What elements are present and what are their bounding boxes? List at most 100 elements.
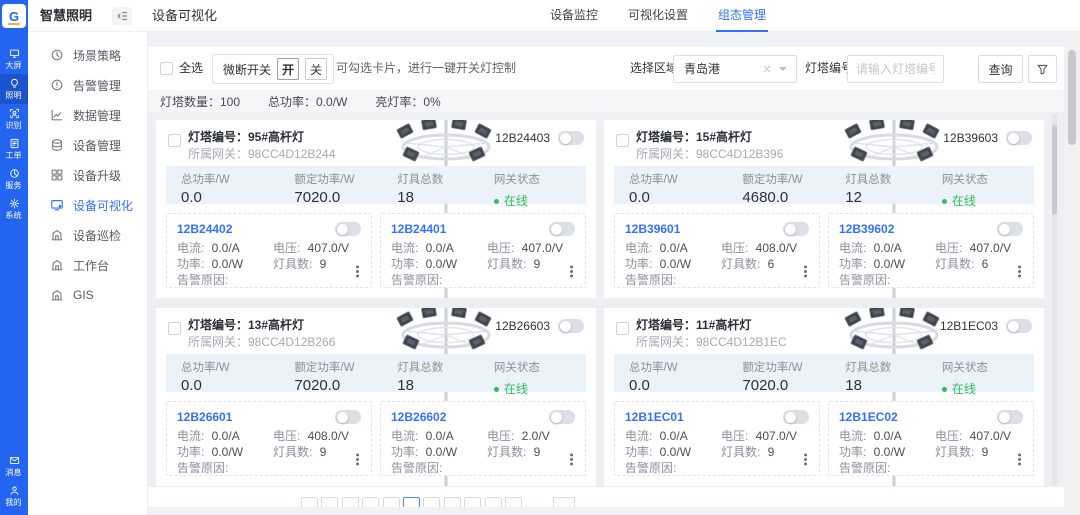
branch-metric: 灯具数: 6 <box>721 257 809 272</box>
summary-item: 总功率：0.0/W <box>268 93 347 110</box>
branch-id-link[interactable]: 12B1EC01 <box>625 410 684 424</box>
pagination-page-box[interactable] <box>485 497 502 507</box>
tower-switch-toggle[interactable] <box>558 319 584 333</box>
metric-value: 9 <box>320 257 327 271</box>
query-button[interactable]: 查询 <box>978 55 1023 83</box>
pagination-page-box[interactable] <box>464 497 481 507</box>
tower-switch-toggle[interactable] <box>558 131 584 145</box>
rail-item[interactable]: 识别 <box>0 104 28 134</box>
sidebar-item[interactable]: 工作台 <box>28 250 147 280</box>
branch-id-link[interactable]: 12B39601 <box>625 222 680 236</box>
sidebar-item[interactable]: 设备可视化 <box>28 190 147 220</box>
branch-metric: 电压: 407.0/V <box>935 241 1023 256</box>
tower-switch-toggle[interactable] <box>1006 131 1032 145</box>
branch-id-link[interactable]: 12B39602 <box>839 222 894 236</box>
content-panel: 全选 微断开关 开 关 可勾选卡片，进行一键开关灯控制 选择区域 青岛港 灯塔编… <box>148 47 1064 507</box>
rail-item[interactable]: 工单 <box>0 134 28 164</box>
pagination-page-box[interactable] <box>362 497 379 507</box>
clear-icon[interactable] <box>762 64 772 74</box>
app-logo[interactable]: G <box>2 4 26 28</box>
rail-item[interactable]: 照明 <box>0 74 28 104</box>
sidebar-item[interactable]: 设备升级 <box>28 160 147 190</box>
more-vertical-icon[interactable] <box>1018 458 1021 461</box>
side-menu: 场景策略 告警管理 数据管理 设备管理 设备升级 设备可视化 设备巡检 工作台 … <box>28 32 148 515</box>
branch-switch-toggle[interactable] <box>997 410 1023 424</box>
tower-no-input[interactable] <box>847 55 944 83</box>
toolbar-hint: 可勾选卡片，进行一键开关灯控制 <box>336 47 516 90</box>
pagination-page-box[interactable] <box>301 497 318 507</box>
page-scrollbar-thumb[interactable] <box>1068 50 1076 145</box>
branch-id-link[interactable]: 12B1EC02 <box>839 410 898 424</box>
stat-label: 网关状态 <box>494 359 586 375</box>
pagination-page-box[interactable] <box>403 497 420 507</box>
more-vertical-icon[interactable] <box>356 270 359 273</box>
pagination-page-box[interactable] <box>321 497 338 507</box>
pagination-page-box[interactable] <box>505 497 522 507</box>
stat-label: 灯具总数 <box>845 359 927 375</box>
select-all-checkbox[interactable] <box>160 62 173 75</box>
rail-item[interactable]: 我的 <box>0 481 28 511</box>
rail-item[interactable]: 系统 <box>0 194 28 224</box>
stat-value: 0.0 <box>181 189 279 206</box>
more-vertical-icon[interactable] <box>804 270 807 273</box>
branch-id-link[interactable]: 12B24401 <box>391 222 446 236</box>
breaker-off-button[interactable]: 关 <box>305 58 327 80</box>
more-vertical-icon[interactable] <box>570 458 573 461</box>
branch-switch-toggle[interactable] <box>335 410 361 424</box>
branch-metric: 功率: 0.0/W <box>177 257 273 272</box>
branch-id-link[interactable]: 12B26602 <box>391 410 446 424</box>
branch-switch-toggle[interactable] <box>783 410 809 424</box>
rail-item[interactable]: 服务 <box>0 164 28 194</box>
branch-id-link[interactable]: 12B24402 <box>177 222 232 236</box>
metric-value: 0.0/W <box>212 257 243 271</box>
rail-item[interactable]: 大屏 <box>0 44 28 74</box>
card-checkbox[interactable] <box>616 134 629 147</box>
metric-value: 407.0/V <box>970 241 1011 255</box>
branch-card: 12B1EC01 电流: 0.0/A 电压: 407.0/V 功率: 0.0/W… <box>614 401 820 476</box>
rail-item[interactable]: 消息 <box>0 451 28 481</box>
sidebar-item[interactable]: 数据管理 <box>28 100 147 130</box>
more-vertical-icon[interactable] <box>570 270 573 273</box>
branch-metric: 功率: 0.0/W <box>839 445 935 460</box>
branch-switch-toggle[interactable] <box>549 410 575 424</box>
sidebar-item[interactable]: 设备巡检 <box>28 220 147 250</box>
branch-metrics: 电流: 0.0/A 电压: 407.0/V 功率: 0.0/W 灯具数: 9 <box>391 241 575 272</box>
filter-button[interactable] <box>1028 55 1057 83</box>
header-tab[interactable]: 设备监控 <box>550 0 598 32</box>
pagination-page-box[interactable] <box>383 497 400 507</box>
tower-device-id: 12B26603 <box>495 319 550 333</box>
branch-switch-toggle[interactable] <box>783 222 809 236</box>
tower-stats-band: 总功率/W 0.0 额定功率/W 7020.0 灯具总数 18 网关状态 在线 <box>166 166 586 204</box>
pagination-page-box[interactable] <box>444 497 461 507</box>
more-vertical-icon[interactable] <box>356 458 359 461</box>
collapse-sidebar-button[interactable] <box>112 7 132 25</box>
branch-metrics: 电流: 0.0/A 电压: 407.0/V 功率: 0.0/W 灯具数: 6 <box>839 241 1023 272</box>
branch-id-link[interactable]: 12B26601 <box>177 410 232 424</box>
pagination-jump-box[interactable] <box>553 497 575 507</box>
card-checkbox[interactable] <box>168 134 181 147</box>
branch-metric: 功率: 0.0/W <box>391 257 487 272</box>
card-checkbox[interactable] <box>616 322 629 335</box>
more-vertical-icon[interactable] <box>1018 270 1021 273</box>
tower-switch-toggle[interactable] <box>1006 319 1032 333</box>
card-checkbox[interactable] <box>168 322 181 335</box>
branch-metrics: 电流: 0.0/A 电压: 2.0/V 功率: 0.0/W 灯具数: 9 <box>391 429 575 460</box>
pagination-page-box[interactable] <box>423 497 440 507</box>
sidebar-item[interactable]: 设备管理 <box>28 130 147 160</box>
sidebar-item[interactable]: 场景策略 <box>28 40 147 70</box>
sidebar-item[interactable]: 告警管理 <box>28 70 147 100</box>
branch-switch-toggle[interactable] <box>549 222 575 236</box>
branch-switch-toggle[interactable] <box>335 222 361 236</box>
branch-metric: 灯具数: 9 <box>273 445 361 460</box>
branch-metric: 灯具数: 9 <box>487 257 575 272</box>
sidebar-item[interactable]: GIS <box>28 280 147 310</box>
header-tab[interactable]: 组态管理 <box>718 0 766 32</box>
cards-scrollbar-thumb[interactable] <box>1052 125 1057 215</box>
pagination-page-box[interactable] <box>342 497 359 507</box>
branch-switch-toggle[interactable] <box>997 222 1023 236</box>
metric-value: 407.0/V <box>970 429 1011 443</box>
area-select[interactable]: 青岛港 <box>673 55 797 83</box>
more-vertical-icon[interactable] <box>804 458 807 461</box>
header-tab[interactable]: 可视化设置 <box>628 0 688 32</box>
breaker-on-button[interactable]: 开 <box>277 58 299 80</box>
